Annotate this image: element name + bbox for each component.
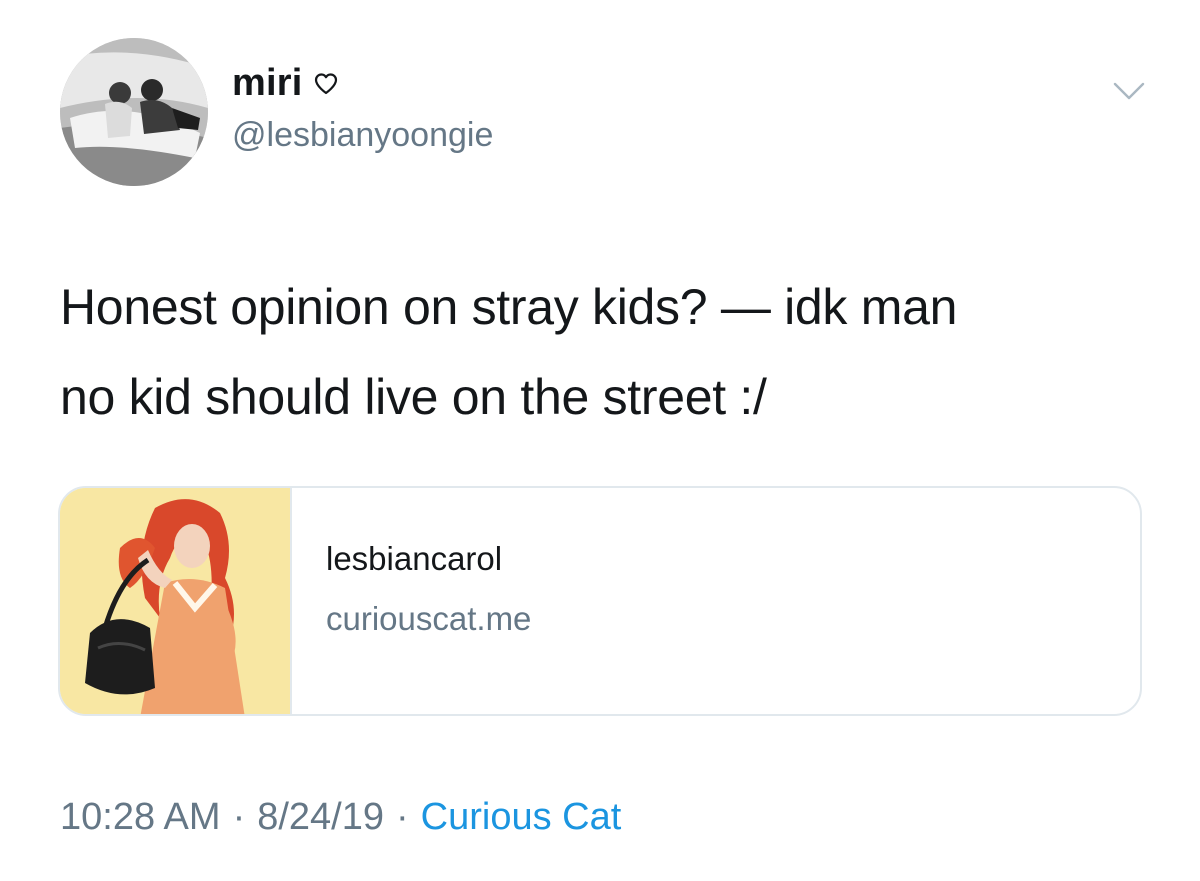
tweet-text-line: no kid should live on the street :/ xyxy=(60,369,767,425)
tweet-date[interactable]: 8/24/19 xyxy=(257,796,384,839)
name-row: miri xyxy=(232,62,339,105)
card-domain: curiouscat.me xyxy=(326,600,532,637)
illustration-image xyxy=(60,488,290,714)
tweet-text: Honest opinion on stray kids? — idk man … xyxy=(60,262,1170,442)
separator: · xyxy=(396,796,409,838)
display-name[interactable]: miri xyxy=(232,62,303,105)
heart-outline-icon xyxy=(313,72,339,96)
chevron-down-icon[interactable] xyxy=(1112,80,1146,102)
card-title: lesbiancarol xyxy=(326,540,503,577)
separator: · xyxy=(232,796,246,838)
tweet-text-line: Honest opinion on stray kids? — idk man xyxy=(60,279,958,335)
tweet-time[interactable]: 10:28 AM xyxy=(60,796,221,839)
tweet-metadata: 10:28 AM · 8/24/19 · Curious Cat xyxy=(60,796,621,839)
user-handle[interactable]: @lesbianyoongie xyxy=(232,116,493,155)
card-thumbnail xyxy=(60,488,292,714)
avatar-photo xyxy=(60,38,208,186)
avatar[interactable] xyxy=(60,38,208,186)
link-card[interactable]: lesbiancarol curiouscat.me xyxy=(58,486,1142,716)
source-link[interactable]: Curious Cat xyxy=(421,796,622,839)
card-body: lesbiancarol curiouscat.me xyxy=(292,488,531,714)
